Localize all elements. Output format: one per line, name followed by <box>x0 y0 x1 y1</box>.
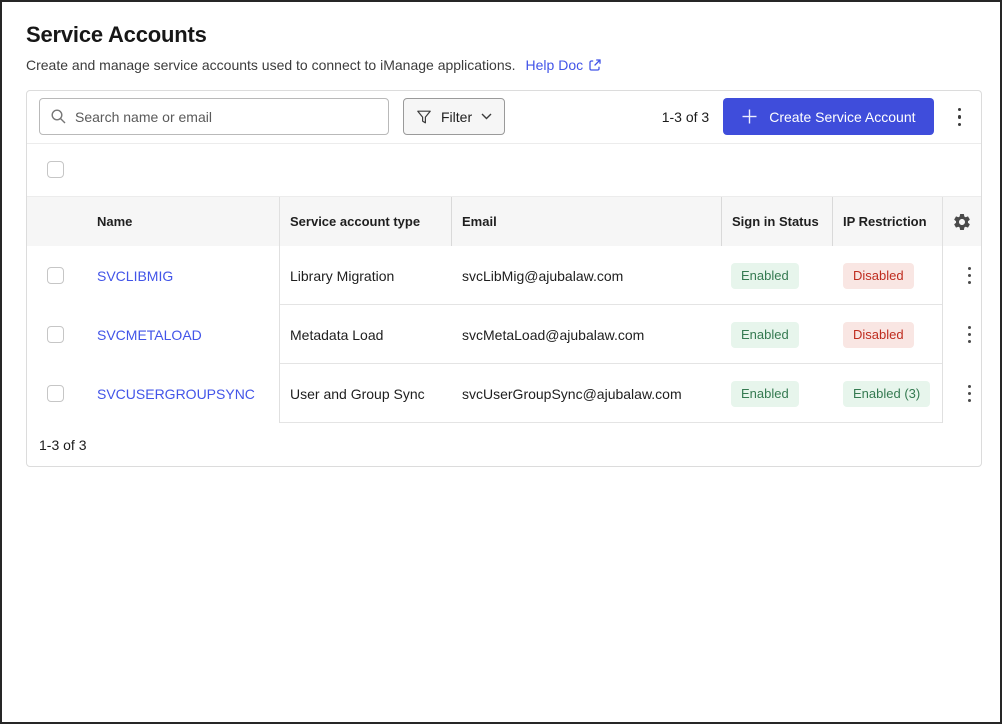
create-button-label: Create Service Account <box>769 108 916 125</box>
toolbar-menu-icon[interactable] <box>950 102 970 133</box>
search-icon <box>51 109 66 124</box>
column-header-name: Name <box>97 214 133 230</box>
account-email: svcLibMig@ajubalaw.com <box>462 267 624 284</box>
column-header-type: Service account type <box>290 214 421 230</box>
page-title: Service Accounts <box>26 22 207 47</box>
account-type: Library Migration <box>290 267 395 284</box>
row-checkbox[interactable] <box>47 326 64 344</box>
help-doc-label: Help Doc <box>525 57 584 73</box>
row-checkbox[interactable] <box>47 385 64 403</box>
account-name-link[interactable]: SVCUSERGROUPSYNC <box>97 386 255 402</box>
account-type: User and Group Sync <box>290 385 425 402</box>
pagination-range: 1-3 of 3 <box>661 108 710 125</box>
row-menu-icon[interactable] <box>960 379 979 408</box>
service-accounts-table: Name Service account type Email Sign in … <box>27 197 981 424</box>
column-header-ip-restriction: IP Restriction <box>832 197 942 247</box>
account-name-link[interactable]: SVCMETALOAD <box>97 327 202 343</box>
search-input[interactable] <box>75 108 378 125</box>
sign-in-status-badge: Enabled <box>731 380 799 407</box>
row-checkbox[interactable] <box>47 267 64 285</box>
external-link-icon <box>589 59 601 71</box>
header-checkbox-spacer <box>27 197 97 246</box>
column-divider <box>942 197 943 424</box>
filter-label: Filter <box>441 108 473 125</box>
table-row: SVCLIBMIG Library Migration svcLibMig@aj… <box>27 246 981 306</box>
column-divider <box>279 197 280 424</box>
ip-restriction-badge: Disabled <box>843 262 914 289</box>
ip-restriction-badge: Disabled <box>843 321 914 348</box>
page-subtitle: Create and manage service accounts used … <box>26 57 516 73</box>
column-settings-gear-icon[interactable] <box>952 212 972 232</box>
filter-button[interactable]: Filter <box>403 98 506 136</box>
table-row: SVCMETALOAD Metadata Load svcMetaLoad@aj… <box>27 305 981 365</box>
table-header-row: Name Service account type Email Sign in … <box>27 197 981 247</box>
select-all-checkbox[interactable] <box>47 161 64 179</box>
account-email: svcMetaLoad@ajubalaw.com <box>462 326 645 343</box>
filter-icon <box>417 110 431 124</box>
row-menu-icon[interactable] <box>960 320 979 349</box>
table-row: SVCUSERGROUPSYNC User and Group Sync svc… <box>27 364 981 424</box>
help-doc-link[interactable]: Help Doc <box>526 57 603 73</box>
chevron-down-icon <box>481 113 492 120</box>
sign-in-status-badge: Enabled <box>731 262 799 289</box>
select-all-row <box>27 144 981 198</box>
toolbar: Filter 1-3 of 3 Create Service Account <box>27 91 981 144</box>
page-header: Service Accounts Create and manage servi… <box>2 2 1000 73</box>
table-footer: 1-3 of 3 <box>27 423 981 466</box>
service-accounts-panel: Filter 1-3 of 3 Create Service Account <box>26 90 982 467</box>
sign-in-status-badge: Enabled <box>731 321 799 348</box>
account-name-link[interactable]: SVCLIBMIG <box>97 268 173 284</box>
service-accounts-page: Service Accounts Create and manage servi… <box>0 0 1002 724</box>
account-type: Metadata Load <box>290 326 384 343</box>
column-header-sign-in-status: Sign in Status <box>721 197 832 247</box>
plus-icon <box>742 109 757 124</box>
search-box <box>39 98 389 136</box>
create-service-account-button[interactable]: Create Service Account <box>723 98 934 136</box>
account-email: svcUserGroupSync@ajubalaw.com <box>462 385 682 402</box>
column-header-email: Email <box>451 197 721 247</box>
row-menu-icon[interactable] <box>960 261 979 290</box>
table-footer-range: 1-3 of 3 <box>39 436 87 453</box>
ip-restriction-badge: Enabled (3) <box>843 380 931 407</box>
